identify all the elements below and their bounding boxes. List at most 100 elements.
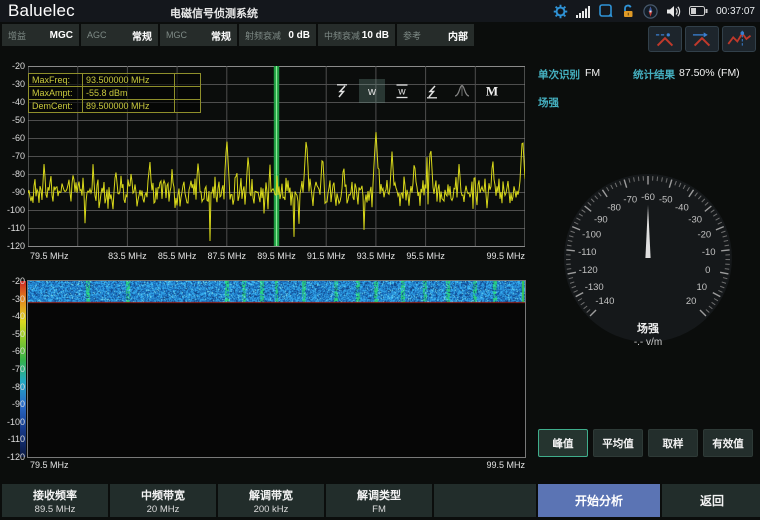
- top-bar: Baluelec 电磁信号侦测系统 00:37:: [0, 0, 760, 22]
- svg-text:M: M: [486, 84, 498, 99]
- app-title: 电磁信号侦测系统: [170, 5, 258, 21]
- waterfall-y-tick: -120: [1, 452, 25, 462]
- spectrum-y-tick: -30: [1, 79, 25, 89]
- toolbar-segment-4[interactable]: 射频衰减0 dB: [239, 24, 316, 46]
- spectrum-x-tick: 99.5 MHz: [479, 251, 525, 261]
- back-button[interactable]: 返回: [662, 484, 760, 517]
- compass-icon[interactable]: [643, 4, 658, 19]
- spectrum-y-tick: -70: [1, 151, 25, 161]
- trace-mode-lightning-underline-icon[interactable]: [419, 79, 445, 103]
- spectrum-x-tick: 79.5 MHz: [30, 251, 69, 261]
- waterfall-y-tick: -50: [1, 329, 25, 339]
- svg-text:-70: -70: [623, 195, 637, 206]
- marker-peak-search-button[interactable]: [648, 26, 682, 52]
- param-label: 解调带宽: [218, 487, 324, 503]
- spectrum-x-tick: 95.5 MHz: [398, 251, 454, 261]
- waterfall-start-freq: 79.5 MHz: [30, 460, 69, 470]
- svg-text:-140: -140: [595, 296, 614, 307]
- toolbar-segment-5[interactable]: 中频衰减10 dB: [318, 24, 395, 46]
- svg-text:w: w: [397, 87, 406, 98]
- marker-peak-search-icon: [651, 29, 679, 49]
- marker-to-trace-button[interactable]: [722, 26, 756, 52]
- spectrum-y-tick: -120: [1, 241, 25, 251]
- spectrum-x-tick: 87.5 MHz: [199, 251, 255, 261]
- bottom-param-2[interactable]: 中频带宽20 MHz: [110, 484, 216, 517]
- lock-open-icon[interactable]: [621, 4, 635, 18]
- trace-mode-glyph-m-icon[interactable]: M: [479, 79, 505, 103]
- trace-mode-glyph-w-icon[interactable]: w: [359, 79, 385, 103]
- measurement-info-table: MaxFreq:93.500000 MHzMaxAmpt:-55.8 dBmDe…: [28, 73, 201, 113]
- waterfall-y-tick: -40: [1, 311, 25, 321]
- spectrum-y-tick: -40: [1, 97, 25, 107]
- brand-logo: Baluelec: [8, 1, 75, 21]
- svg-text:-80: -80: [607, 202, 621, 213]
- svg-text:-50: -50: [659, 195, 673, 206]
- bottom-param-1[interactable]: 接收频率89.5 MHz: [2, 484, 108, 517]
- svg-text:-60: -60: [641, 192, 655, 203]
- field-strength-gauge: -140-130-120-110-100-90-80-70-60-50-40-3…: [561, 171, 735, 345]
- app-window: Baluelec 电磁信号侦测系统 00:37:: [0, 0, 760, 520]
- stat-result-value: 87.50% (FM): [679, 67, 740, 79]
- info-spare: [175, 100, 201, 113]
- toolbar-segment-3[interactable]: MGC常规: [160, 24, 237, 46]
- marker-peak-next-button[interactable]: [685, 26, 719, 52]
- detector-button-4[interactable]: 有效值: [703, 429, 753, 457]
- marker-to-trace-icon: [725, 29, 753, 49]
- waterfall-y-tick: -110: [1, 434, 25, 444]
- svg-text:0: 0: [705, 265, 710, 276]
- waterfall-y-tick: -90: [1, 399, 25, 409]
- trace-mode-row: wwM: [329, 79, 505, 103]
- info-label: MaxAmpt:: [29, 87, 83, 100]
- svg-text:10: 10: [697, 282, 708, 293]
- bottom-param-3[interactable]: 解调带宽200 kHz: [218, 484, 324, 517]
- spectrum-y-tick: -20: [1, 61, 25, 71]
- toolbar-segment-6[interactable]: 参考 内部: [397, 24, 474, 46]
- param-label: 接收频率: [2, 487, 108, 503]
- stat-result-label: 统计结果: [633, 67, 675, 82]
- svg-text:w: w: [367, 86, 376, 98]
- single-id-label: 单次识别: [538, 67, 580, 82]
- spectrum-x-tick: 85.5 MHz: [149, 251, 205, 261]
- detector-button-1[interactable]: 峰值: [538, 429, 588, 457]
- param-value: 89.5 MHz: [2, 504, 108, 515]
- spectrum-x-tick: 89.5 MHz: [249, 251, 305, 261]
- screenshot-edit-icon[interactable]: [599, 4, 613, 18]
- info-row: MaxAmpt:-55.8 dBm: [29, 87, 201, 100]
- waterfall-y-tick: -20: [1, 276, 25, 286]
- waterfall-y-tick: -80: [1, 382, 25, 392]
- waterfall-y-tick: -30: [1, 294, 25, 304]
- segment-label: AGC: [87, 30, 107, 40]
- settings-gear-icon[interactable]: [553, 4, 568, 19]
- segment-value: 常规: [132, 28, 152, 43]
- svg-text:-130: -130: [585, 282, 604, 293]
- toolbar-segment-2[interactable]: AGC 常规: [81, 24, 158, 46]
- spectrum-x-tick: 83.5 MHz: [99, 251, 155, 261]
- spectrum-x-tick: 91.5 MHz: [298, 251, 354, 261]
- detector-button-2[interactable]: 平均值: [593, 429, 643, 457]
- speaker-icon[interactable]: [666, 5, 681, 18]
- segment-label: 参考: [403, 29, 421, 42]
- field-strength-label: 场强: [538, 95, 559, 110]
- detector-button-3[interactable]: 取样: [648, 429, 698, 457]
- toolbar-segment-1[interactable]: 增益MGC: [2, 24, 79, 46]
- single-id-value: FM: [585, 67, 600, 79]
- clock: 00:37:07: [716, 6, 755, 17]
- param-value: 20 MHz: [110, 504, 216, 515]
- segment-value: 内部: [448, 28, 468, 43]
- trace-mode-glyph-w-lines-icon[interactable]: w: [389, 79, 415, 103]
- battery-icon: [689, 6, 708, 16]
- start-analysis-button[interactable]: 开始分析: [538, 484, 660, 517]
- gauge-title: 场强: [561, 320, 735, 336]
- bottom-param-4[interactable]: 解调类型FM: [326, 484, 432, 517]
- trace-mode-bell-curve-icon[interactable]: [449, 79, 475, 103]
- segment-label: 增益: [8, 29, 26, 42]
- signal-strength-icon: [576, 5, 591, 18]
- trace-mode-lightning-overline-icon[interactable]: [329, 79, 355, 103]
- svg-text:20: 20: [686, 296, 697, 307]
- segment-value: 0 dB: [288, 30, 310, 41]
- svg-text:-30: -30: [688, 214, 702, 225]
- toolbar: 增益MGC AGC 常规 MGC常规射频衰减0 dB中频衰减10 dB 参考 内部: [2, 24, 474, 46]
- gauge-readout: -.- v/m: [561, 337, 735, 348]
- segment-label: 中频衰减: [324, 29, 360, 42]
- info-label: MaxFreq:: [29, 74, 83, 87]
